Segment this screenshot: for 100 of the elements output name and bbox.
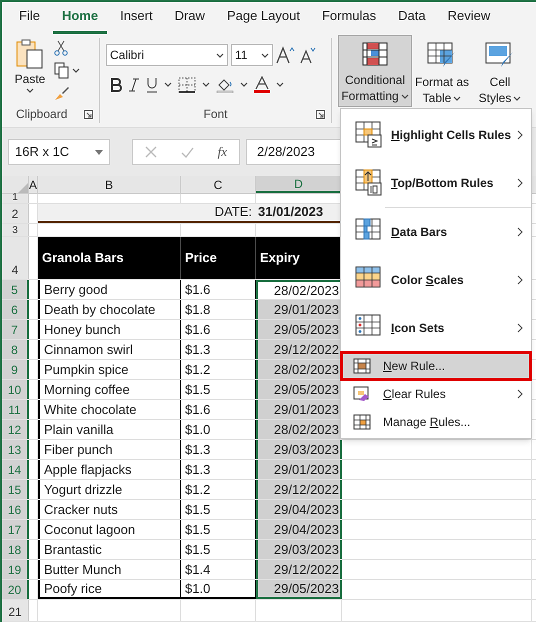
table-cell: Berry good (38, 280, 181, 299)
row-header[interactable]: 10 (2, 380, 29, 399)
date-cell: 29/05/2023 (256, 380, 342, 399)
row-header[interactable]: 3 (2, 224, 29, 236)
ribbon-tab[interactable]: File (10, 6, 49, 34)
menu-item[interactable]: Manage Rules... (341, 408, 531, 436)
menu-item[interactable]: Top/Bottom Rules (341, 159, 531, 207)
row-header[interactable]: 15 (2, 480, 29, 499)
ribbon-tab[interactable]: Insert (111, 6, 162, 34)
insert-function-button[interactable]: fx (218, 142, 228, 162)
date-cell: 28/02/2023 (256, 280, 342, 299)
date-cell: 29/01/2023 (256, 400, 342, 419)
column-header[interactable]: A (29, 176, 38, 193)
row-header[interactable]: 5 (2, 280, 29, 299)
row-header[interactable]: 6 (2, 300, 29, 319)
group-label: Clipboard (15, 106, 68, 123)
name-box[interactable]: 16R x 1C (8, 139, 110, 165)
column-heading-cell: Expiry (256, 237, 342, 279)
row-header[interactable]: 17 (2, 520, 29, 539)
menu-item[interactable]: Clear Rules (341, 380, 531, 408)
row-header[interactable]: 4 (2, 237, 29, 279)
ribbon-tab[interactable]: Data (389, 6, 435, 34)
dialog-launcher-icon[interactable] (316, 110, 325, 118)
font-size-field[interactable]: 11 (231, 44, 273, 66)
row-header[interactable]: 19 (2, 560, 29, 579)
caret-icon (202, 82, 210, 87)
paste-button[interactable]: Paste (12, 38, 48, 105)
font-color-icon[interactable] (254, 76, 270, 93)
table-cell: Cinnamon swirl (38, 340, 181, 359)
column-header[interactable]: D (256, 176, 342, 193)
column-header[interactable]: B (38, 176, 181, 193)
date-cell: 29/01/2023 (256, 460, 342, 479)
grow-font-icon[interactable] (276, 46, 296, 64)
conditional-formatting-icon (361, 42, 389, 68)
caret-icon (216, 52, 224, 58)
shrink-font-icon[interactable] (299, 46, 317, 64)
bold-icon[interactable] (110, 78, 122, 92)
caret-icon (240, 82, 248, 87)
table-cell: Honey bunch (38, 320, 181, 339)
row-header[interactable]: 21 (2, 600, 29, 621)
menu-item[interactable]: Color Scales (341, 256, 531, 304)
ribbon-tab[interactable]: Review (438, 6, 500, 34)
ribbon-tab[interactable]: Formulas (312, 6, 386, 34)
clipboard-icon (15, 38, 45, 70)
menu-item[interactable]: Icon Sets (341, 304, 531, 352)
underline-icon[interactable] (146, 76, 158, 92)
chevron-right-icon (517, 275, 523, 285)
check-icon[interactable] (180, 146, 194, 158)
ribbon-tab[interactable]: Draw (166, 6, 214, 34)
date-cell: 29/04/2023 (256, 500, 342, 519)
date-cell: 29/05/2023 (256, 580, 342, 599)
table-cell: Brantastic (38, 540, 181, 559)
caret-icon (453, 96, 462, 100)
table-cell: Pumpkin spice (38, 360, 181, 379)
menu-item[interactable]: Data Bars (341, 208, 531, 256)
row-header[interactable]: 11 (2, 400, 29, 419)
row-header[interactable]: 8 (2, 340, 29, 359)
copy-icon[interactable] (54, 62, 70, 79)
row-header[interactable]: 2 (2, 204, 29, 223)
caret-icon (513, 96, 522, 100)
date-cell: 29/12/2022 (256, 560, 342, 579)
row-header[interactable]: 18 (2, 540, 29, 559)
group-label: Font (203, 106, 228, 123)
table-cell: Fiber punch (38, 440, 181, 459)
fill-bucket-icon[interactable] (216, 76, 234, 92)
table-cell: Death by chocolate (38, 300, 181, 319)
dialog-launcher-icon[interactable] (84, 110, 93, 118)
row-header[interactable]: 7 (2, 320, 29, 339)
row-header[interactable]: 16 (2, 500, 29, 519)
caret-icon (26, 88, 34, 93)
date-cell: 29/01/2023 (256, 300, 342, 319)
italic-icon[interactable] (128, 78, 140, 92)
menu-item[interactable]: Highlight Cells Rules (341, 111, 531, 159)
row-header[interactable]: 1 (2, 194, 29, 203)
date-cell: 29/12/2022 (256, 340, 342, 359)
style-command-button[interactable]: Cell Styles (472, 35, 528, 107)
style-command-button[interactable]: Conditional Formatting (338, 35, 412, 107)
table-cell: Coconut lagoon (38, 520, 181, 539)
caret-icon (72, 68, 80, 73)
row-header[interactable]: 9 (2, 360, 29, 379)
caret-icon (95, 150, 103, 154)
style-command-button[interactable]: Format as Table (414, 35, 470, 107)
date-cell: 29/12/2022 (256, 480, 342, 499)
row-header[interactable]: 13 (2, 440, 29, 459)
chevron-right-icon (517, 227, 523, 237)
scissors-icon[interactable] (54, 40, 68, 56)
row-header[interactable]: 14 (2, 460, 29, 479)
date-cell: 28/02/2023 (256, 360, 342, 379)
row-header[interactable]: 12 (2, 420, 29, 439)
column-heading-cell: Price (181, 237, 256, 279)
ribbon-tab[interactable]: Page Layout (218, 6, 309, 34)
manage-rules-icon (353, 414, 371, 430)
date-cell: 29/04/2023 (256, 520, 342, 539)
row-header[interactable]: 20 (2, 580, 29, 599)
menu-item[interactable]: New Rule... (341, 352, 531, 380)
chevron-right-icon (517, 178, 523, 188)
borders-icon[interactable] (178, 76, 196, 92)
paintbrush-icon[interactable] (54, 85, 70, 101)
caret-icon (400, 94, 409, 98)
font-name-field[interactable]: Calibri (106, 44, 228, 66)
